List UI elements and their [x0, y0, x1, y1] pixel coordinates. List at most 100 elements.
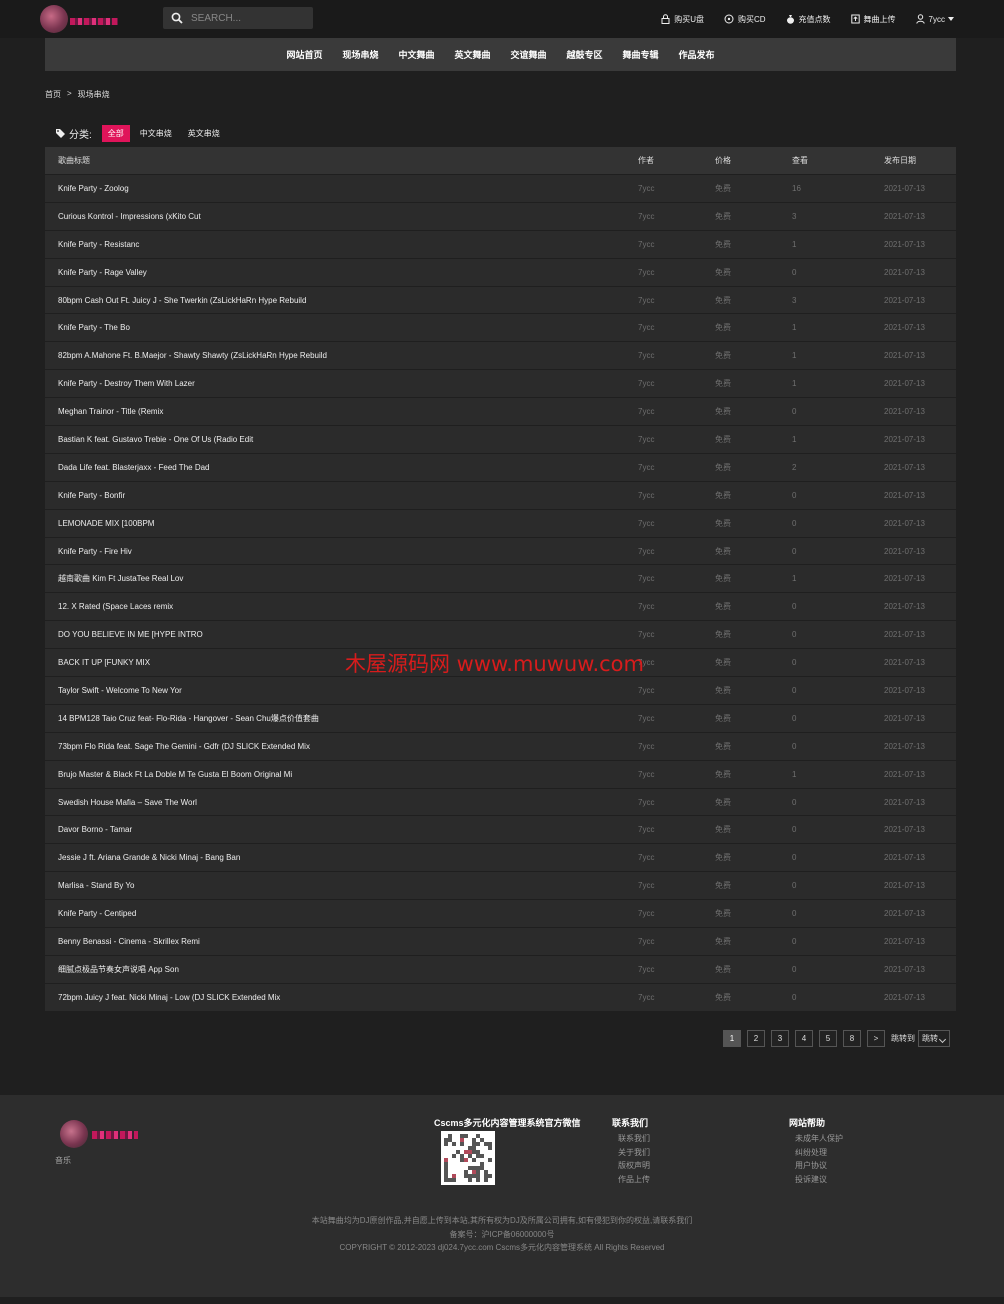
song-title-link[interactable]: 细腻点极品节奏女声说唱 App Son	[58, 956, 618, 983]
table-row[interactable]: LEMONADE MIX [100BPM 7ycc 免费 0 2021-07-13	[45, 509, 956, 538]
author-cell[interactable]: 7ycc	[638, 314, 668, 341]
author-cell[interactable]: 7ycc	[638, 816, 668, 843]
page-button[interactable]: 8	[843, 1030, 861, 1047]
table-row[interactable]: Knife Party - Rage Valley 7ycc 免费 0 2021-07-…	[45, 258, 956, 287]
search-icon[interactable]	[171, 12, 183, 24]
song-title-link[interactable]: 14 BPM128 Taio Cruz feat- Flo-Rida - Han…	[58, 705, 618, 732]
table-row[interactable]: 73bpm Flo Rida feat. Sage The Gemini - G…	[45, 732, 956, 761]
page-button[interactable]: 2	[747, 1030, 765, 1047]
table-row[interactable]: Knife Party - Fire Hiv 7ycc 免费 0 2021-07-13	[45, 537, 956, 566]
song-title-link[interactable]: Knife Party - The Bo	[58, 314, 618, 341]
song-title-link[interactable]: Knife Party - Zoolog	[58, 175, 618, 202]
user-menu[interactable]: 7ycc	[915, 14, 954, 24]
category-all[interactable]: 全部	[101, 125, 130, 142]
page-button[interactable]: 1	[723, 1030, 741, 1047]
song-title-link[interactable]: 越南歌曲 Kim Ft JustaTee Real Lov	[58, 565, 618, 592]
footer-link[interactable]: 投诉建议	[795, 1173, 843, 1187]
table-row[interactable]: 14 BPM128 Taio Cruz feat- Flo-Rida - Han…	[45, 704, 956, 733]
song-title-link[interactable]: Brujo Master & Black Ft La Doble M Te Gu…	[58, 761, 618, 788]
table-row[interactable]: 12. X Rated (Space Laces remix 7ycc 免费 0 202…	[45, 593, 956, 622]
footer-link[interactable]: 版权声明	[618, 1159, 650, 1173]
buy-cd-link[interactable]: 购买CD	[724, 14, 766, 25]
category-chinese-mix[interactable]: 中文串烧	[134, 125, 178, 142]
author-cell[interactable]: 7ycc	[638, 844, 668, 871]
nav-vietnam-drum[interactable]: 越鼓专区	[567, 48, 603, 61]
song-title-link[interactable]: Bastian K feat. Gustavo Trebie - One Of …	[58, 426, 618, 453]
table-row[interactable]: Jessie J ft. Ariana Grande & Nicki Minaj…	[45, 844, 956, 873]
song-title-link[interactable]: 82bpm A.Mahone Ft. B.Maejor - Shawty Sha…	[58, 342, 618, 369]
song-title-link[interactable]: Swedish House Mafia – Save The Worl	[58, 789, 618, 816]
author-cell[interactable]: 7ycc	[638, 872, 668, 899]
author-cell[interactable]: 7ycc	[638, 900, 668, 927]
author-cell[interactable]: 7ycc	[638, 342, 668, 369]
footer-logo[interactable]	[60, 1120, 140, 1148]
table-row[interactable]: Taylor Swift - Welcome To New Yor 7ycc 免费 0…	[45, 677, 956, 705]
author-cell[interactable]: 7ycc	[638, 287, 668, 314]
site-logo[interactable]	[40, 5, 120, 33]
breadcrumb-current[interactable]: 现场串烧	[78, 89, 110, 100]
author-cell[interactable]: 7ycc	[638, 203, 668, 230]
song-title-link[interactable]: Knife Party - Bonfir	[58, 482, 618, 509]
song-title-link[interactable]: 73bpm Flo Rida feat. Sage The Gemini - G…	[58, 733, 618, 760]
author-cell[interactable]: 7ycc	[638, 565, 668, 592]
table-row[interactable]: 细腻点极品节奏女声说唱 App Son 7ycc 免费 0 2021-07-13	[45, 955, 956, 984]
buy-usb-link[interactable]: 购买U盘	[661, 14, 704, 25]
author-cell[interactable]: 7ycc	[638, 175, 668, 202]
table-row[interactable]: Knife Party - Centiped 7ycc 免费 0 2021-07-13	[45, 900, 956, 929]
song-title-link[interactable]: Knife Party - Destroy Them With Lazer	[58, 370, 618, 397]
footer-link[interactable]: 用户协议	[795, 1159, 843, 1173]
author-cell[interactable]: 7ycc	[638, 259, 668, 286]
footer-link[interactable]: 关于我们	[618, 1146, 650, 1160]
next-page-button[interactable]: >	[867, 1030, 885, 1047]
nav-publish[interactable]: 作品发布	[679, 48, 715, 61]
search-input[interactable]	[191, 7, 309, 29]
author-cell[interactable]: 7ycc	[638, 789, 668, 816]
table-row[interactable]: Bastian K feat. Gustavo Trebie - One Of …	[45, 426, 956, 454]
table-row[interactable]: Knife Party - Zoolog 7ycc 免费 16 2021-07-13	[45, 175, 956, 203]
breadcrumb-home[interactable]: 首页	[45, 89, 61, 100]
table-row[interactable]: Marlisa - Stand By Yo 7ycc 免费 0 2021-07-13	[45, 872, 956, 901]
author-cell[interactable]: 7ycc	[638, 593, 668, 620]
page-button[interactable]: 5	[819, 1030, 837, 1047]
song-title-link[interactable]: Meghan Trainor - Title (Remix	[58, 398, 618, 425]
song-title-link[interactable]: 80bpm Cash Out Ft. Juicy J - She Twerkin…	[58, 287, 618, 314]
author-cell[interactable]: 7ycc	[638, 510, 668, 537]
page-button[interactable]: 4	[795, 1030, 813, 1047]
author-cell[interactable]: 7ycc	[638, 538, 668, 565]
table-row[interactable]: 72bpm Juicy J feat. Nicki Minaj - Low (D…	[45, 983, 956, 1012]
author-cell[interactable]: 7ycc	[638, 426, 668, 453]
author-cell[interactable]: 7ycc	[638, 677, 668, 704]
author-cell[interactable]: 7ycc	[638, 956, 668, 983]
song-title-link[interactable]: Knife Party - Rage Valley	[58, 259, 618, 286]
song-title-link[interactable]: Knife Party - Centiped	[58, 900, 618, 927]
author-cell[interactable]: 7ycc	[638, 733, 668, 760]
table-row[interactable]: Swedish House Mafia – Save The Worl 7ycc 免…	[45, 788, 956, 817]
footer-link[interactable]: 未成年人保护	[795, 1132, 843, 1146]
footer-link[interactable]: 纠纷处理	[795, 1146, 843, 1160]
upload-link[interactable]: 舞曲上传	[850, 14, 896, 25]
song-title-link[interactable]: Marlisa - Stand By Yo	[58, 872, 618, 899]
table-row[interactable]: Knife Party - The Bo 7ycc 免费 1 2021-07-13	[45, 314, 956, 343]
author-cell[interactable]: 7ycc	[638, 370, 668, 397]
table-row[interactable]: Brujo Master & Black Ft La Doble M Te Gu…	[45, 760, 956, 789]
table-row[interactable]: 82bpm A.Mahone Ft. B.Maejor - Shawty Sha…	[45, 342, 956, 371]
table-row[interactable]: 越南歌曲 Kim Ft JustaTee Real Lov 7ycc 免费 1 2021…	[45, 565, 956, 594]
table-row[interactable]: Curious Kontrol - Impressions (xKito Cut…	[45, 202, 956, 231]
song-title-link[interactable]: Knife Party - Fire Hiv	[58, 538, 618, 565]
footer-link[interactable]: 联系我们	[618, 1132, 650, 1146]
nav-live-mix[interactable]: 现场串烧	[342, 48, 378, 61]
song-title-link[interactable]: 72bpm Juicy J feat. Nicki Minaj - Low (D…	[58, 984, 618, 1011]
nav-albums[interactable]: 舞曲专辑	[623, 48, 659, 61]
song-title-link[interactable]: DO YOU BELIEVE IN ME [HYPE INTRO	[58, 621, 618, 648]
footer-link[interactable]: 作品上传	[618, 1173, 650, 1187]
song-title-link[interactable]: Dada Life feat. Blasterjaxx - Feed The D…	[58, 454, 618, 481]
table-row[interactable]: Meghan Trainor - Title (Remix 7ycc 免费 0 2021…	[45, 398, 956, 427]
song-title-link[interactable]: LEMONADE MIX [100BPM	[58, 510, 618, 537]
table-row[interactable]: Benny Benassi - Cinema - Skrillex Remi 7y…	[45, 928, 956, 956]
category-english-mix[interactable]: 英文串烧	[182, 125, 226, 142]
song-title-link[interactable]: Curious Kontrol - Impressions (xKito Cut	[58, 203, 618, 230]
author-cell[interactable]: 7ycc	[638, 482, 668, 509]
recharge-link[interactable]: 充值点数	[786, 14, 831, 25]
song-title-link[interactable]: Taylor Swift - Welcome To New Yor	[58, 677, 618, 704]
song-title-link[interactable]: 12. X Rated (Space Laces remix	[58, 593, 618, 620]
